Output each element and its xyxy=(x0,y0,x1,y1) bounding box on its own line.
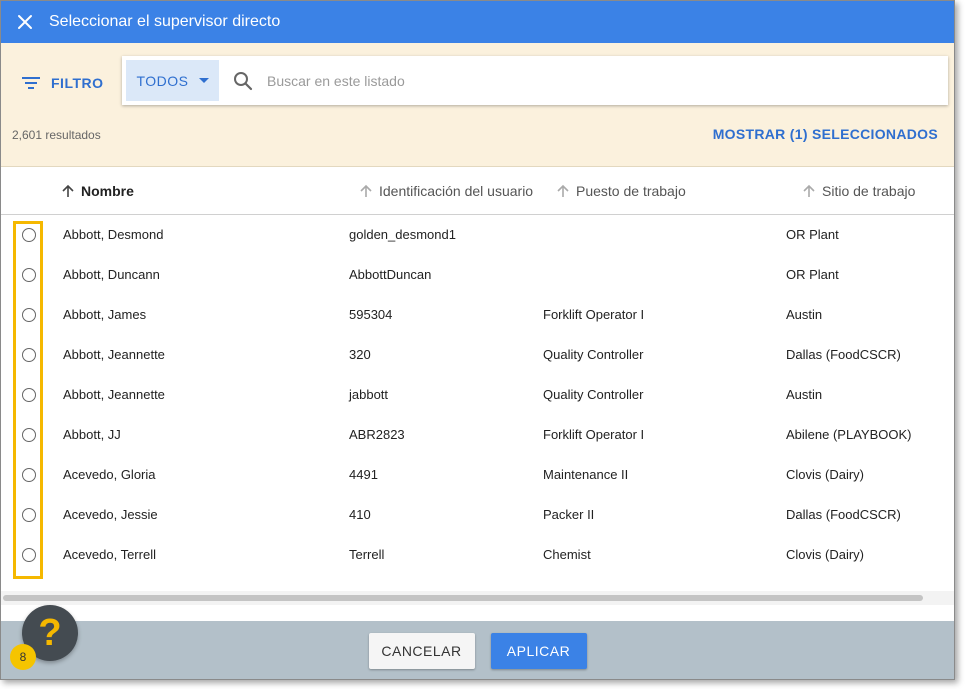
sort-arrow-up-icon xyxy=(557,184,569,197)
cell-site: Clovis (Dairy) xyxy=(786,467,864,482)
close-button[interactable] xyxy=(1,1,49,43)
filter-label: FILTRO xyxy=(51,75,104,91)
cell-site: Clovis (Dairy) xyxy=(786,547,864,562)
column-header-label: Identificación del usuario xyxy=(379,183,534,199)
row-radio[interactable] xyxy=(22,388,36,402)
cell-site: Austin xyxy=(786,307,823,322)
table-row[interactable]: Acevedo, Gloria 4491 Maintenance II Clov… xyxy=(1,455,954,495)
cell-job: Quality Controller xyxy=(543,347,644,362)
cell-name: Acevedo, Terrell xyxy=(63,547,156,562)
table-body: Abbott, Desmond golden_desmond1 OR Plant… xyxy=(1,215,954,595)
cell-name: Abbott, JJ xyxy=(63,427,121,442)
cell-site: Dallas (FoodCSCR) xyxy=(786,347,901,362)
help-badge-count: 8 xyxy=(10,644,36,670)
cell-job: Quality Controller xyxy=(543,387,644,402)
cell-name: Abbott, James xyxy=(63,307,147,322)
sort-arrow-up-icon xyxy=(803,184,815,197)
cell-user-id: ABR2823 xyxy=(349,427,405,442)
scope-dropdown[interactable]: TODOS xyxy=(126,60,219,101)
table-row[interactable]: Acevedo, Jessie 410 Packer II Dallas (Fo… xyxy=(1,495,954,535)
cell-user-id: jabbott xyxy=(349,387,389,402)
table-row[interactable]: Abbott, James 595304 Forklift Operator I… xyxy=(1,295,954,335)
sort-arrow-up-icon xyxy=(62,184,74,197)
cell-name: Abbott, Jeannette xyxy=(63,347,165,362)
row-radio[interactable] xyxy=(22,428,36,442)
cell-job: Chemist xyxy=(543,547,591,562)
column-header-job[interactable]: Puesto de trabajo xyxy=(556,167,686,215)
dialog-footer: CANCELAR APLICAR xyxy=(1,621,954,679)
cell-job: Maintenance II xyxy=(543,467,629,482)
scrollbar-thumb[interactable] xyxy=(3,595,923,601)
table-row[interactable]: Abbott, Jeannette jabbott Quality Contro… xyxy=(1,375,954,415)
cell-site: OR Plant xyxy=(786,267,839,282)
dialog-title: Seleccionar el supervisor directo xyxy=(49,13,281,30)
caret-down-icon xyxy=(198,78,209,83)
select-supervisor-dialog: Seleccionar el supervisor directo FILTRO… xyxy=(0,0,955,680)
search-icon xyxy=(234,71,253,90)
cell-name: Acevedo, Gloria xyxy=(63,467,156,482)
cell-user-id: Terrell xyxy=(349,547,385,562)
table-row[interactable]: Abbott, Desmond golden_desmond1 OR Plant xyxy=(1,215,954,255)
column-header-site[interactable]: Sitio de trabajo xyxy=(802,167,915,215)
column-header-label: Puesto de trabajo xyxy=(576,183,686,199)
cell-name: Abbott, Jeannette xyxy=(63,387,165,402)
row-radio[interactable] xyxy=(22,268,36,282)
cell-site: Austin xyxy=(786,387,823,402)
row-radio[interactable] xyxy=(22,308,36,322)
close-icon xyxy=(18,15,32,29)
cell-user-id: 320 xyxy=(349,347,371,362)
table-header: Nombre Identificación del usuario Puesto… xyxy=(1,167,954,215)
cell-site: Dallas (FoodCSCR) xyxy=(786,507,901,522)
cell-user-id: AbbottDuncan xyxy=(349,267,432,282)
cell-name: Acevedo, Jessie xyxy=(63,507,158,522)
search-input[interactable] xyxy=(267,65,948,96)
cancel-button[interactable]: CANCELAR xyxy=(368,633,475,669)
cell-user-id: 410 xyxy=(349,507,371,522)
filter-button[interactable]: FILTRO xyxy=(21,71,104,95)
filter-list-icon xyxy=(22,77,40,89)
cell-user-id: golden_desmond1 xyxy=(349,227,456,242)
filter-bar: FILTRO TODOS 2,601 resultados MOSTRAR (1… xyxy=(1,43,954,167)
cell-name: Abbott, Desmond xyxy=(63,227,164,242)
cell-job: Forklift Operator I xyxy=(543,307,645,322)
table-row[interactable]: Abbott, Jeannette 320 Quality Controller… xyxy=(1,335,954,375)
table-row[interactable]: Abbott, Duncann AbbottDuncan OR Plant xyxy=(1,255,954,295)
cell-site: OR Plant xyxy=(786,227,839,242)
cell-user-id: 595304 xyxy=(349,307,393,322)
column-header-user-id[interactable]: Identificación del usuario xyxy=(359,167,533,215)
cell-name: Abbott, Duncann xyxy=(63,267,160,282)
horizontal-scrollbar[interactable] xyxy=(1,591,954,605)
scope-dropdown-value: TODOS xyxy=(136,72,189,89)
row-radio[interactable] xyxy=(22,468,36,482)
cell-user-id: 4491 xyxy=(349,467,378,482)
cell-job: Forklift Operator I xyxy=(543,427,645,442)
column-header-name[interactable]: Nombre xyxy=(61,167,134,215)
dialog-titlebar: Seleccionar el supervisor directo xyxy=(1,1,954,43)
table-row[interactable]: Abbott, JJ ABR2823 Forklift Operator I A… xyxy=(1,415,954,455)
row-radio[interactable] xyxy=(22,548,36,562)
cell-site: Abilene (PLAYBOOK) xyxy=(786,427,912,442)
show-selected-link[interactable]: MOSTRAR (1) SELECCIONADOS xyxy=(713,126,938,142)
row-radio[interactable] xyxy=(22,508,36,522)
column-header-label: Sitio de trabajo xyxy=(822,183,916,199)
column-header-label: Nombre xyxy=(81,183,134,199)
cell-job: Packer II xyxy=(543,507,595,522)
sort-arrow-up-icon xyxy=(360,184,372,197)
row-radio[interactable] xyxy=(22,228,36,242)
results-count: 2,601 resultados xyxy=(12,128,101,142)
row-radio[interactable] xyxy=(22,348,36,362)
apply-button[interactable]: APLICAR xyxy=(490,633,587,669)
search-box: TODOS xyxy=(122,56,948,105)
help-question-icon: ? xyxy=(38,612,62,654)
table-row[interactable]: Acevedo, Terrell Terrell Chemist Clovis … xyxy=(1,535,954,575)
